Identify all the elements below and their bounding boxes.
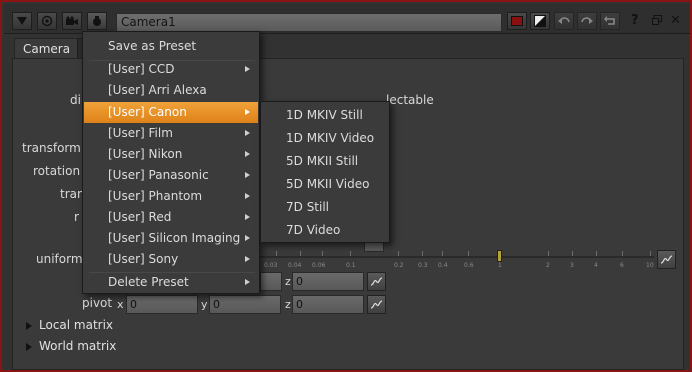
slider-tick-label: 0.03 bbox=[264, 262, 278, 269]
rotate-label: r bbox=[74, 210, 79, 224]
scale-animation-icon[interactable] bbox=[367, 272, 386, 291]
submenu-arrow-icon bbox=[245, 130, 250, 136]
preset-menu-icon[interactable] bbox=[87, 12, 107, 30]
uniform-scale-label: uniform bbox=[36, 252, 83, 266]
selectable-label: lectable bbox=[386, 93, 434, 107]
node-color-swatch[interactable] bbox=[507, 12, 527, 30]
submenu-item-1d-mkiv-video[interactable]: 1D MKIV Video bbox=[262, 127, 388, 150]
slider-tick-label: 0.1 bbox=[346, 262, 356, 269]
undo-icon[interactable] bbox=[554, 12, 574, 30]
submenu-arrow-icon bbox=[245, 172, 250, 178]
submenu-arrow-icon bbox=[245, 256, 250, 262]
menu-item-label: [User] Arri Alexa bbox=[108, 83, 207, 97]
redo-icon[interactable] bbox=[577, 12, 597, 30]
local-matrix-section[interactable]: Local matrix bbox=[26, 318, 113, 332]
menu-item-sony[interactable]: [User] Sony bbox=[84, 249, 258, 270]
slider-tick-label: 4 bbox=[594, 262, 598, 269]
slider-tick-label: 3 bbox=[570, 262, 574, 269]
pivot-y-axis-label: y bbox=[201, 298, 208, 311]
menu-item-canon[interactable]: [User] Canon bbox=[84, 102, 258, 123]
pivot-x-field[interactable]: 0 bbox=[126, 295, 198, 314]
submenu-arrow-icon bbox=[245, 193, 250, 199]
node-name-field[interactable]: Camera1 bbox=[116, 13, 502, 32]
menu-item-panasonic[interactable]: [User] Panasonic bbox=[84, 165, 258, 186]
submenu-item-5d-mkii-video[interactable]: 5D MKII Video bbox=[262, 173, 388, 196]
gl-color-swatch[interactable] bbox=[530, 12, 550, 30]
camera-icon[interactable] bbox=[62, 12, 82, 30]
display-label: di bbox=[70, 93, 81, 107]
rotation-order-label: rotation bbox=[33, 164, 81, 178]
menu-item-label: [User] Canon bbox=[108, 105, 187, 119]
transform-label: transform bbox=[22, 141, 81, 155]
menu-item-film[interactable]: [User] Film bbox=[84, 123, 258, 144]
submenu-arrow-icon bbox=[245, 279, 250, 285]
pivot-y-field[interactable]: 0 bbox=[209, 295, 281, 314]
save-as-preset-item[interactable]: Save as Preset bbox=[84, 36, 258, 57]
slider-tick-label: 1 bbox=[498, 262, 502, 269]
slider-tick-label: 0.4 bbox=[438, 262, 448, 269]
close-icon[interactable]: ✕ bbox=[670, 13, 681, 28]
uniform-scale-slider[interactable]: 0.03 0.04 0.06 0.1 0.2 0.3 0.4 0.6 1 2 3… bbox=[260, 246, 656, 272]
slider-tick-label: 0.06 bbox=[312, 262, 326, 269]
submenu-arrow-icon bbox=[245, 66, 250, 72]
expand-triangle-icon bbox=[26, 321, 32, 330]
canon-submenu: 1D MKIV Still 1D MKIV Video 5D MKII Stil… bbox=[260, 101, 390, 243]
pivot-z-field[interactable]: 0 bbox=[292, 295, 364, 314]
menu-item-label: [User] CCD bbox=[108, 62, 175, 76]
submenu-item-7d-still[interactable]: 7D Still bbox=[262, 196, 388, 219]
preset-menu: Save as Preset [User] CCD [User] Arri Al… bbox=[82, 31, 260, 294]
submenu-arrow-icon bbox=[245, 235, 250, 241]
slider-tick-label: 0.04 bbox=[288, 262, 302, 269]
delete-preset-item[interactable]: Delete Preset bbox=[84, 272, 258, 293]
properties-panel: Camera1 ? ✕ Camera di lectable transform… bbox=[0, 0, 692, 372]
menu-item-label: [User] Silicon Imaging bbox=[108, 231, 241, 245]
world-matrix-label: World matrix bbox=[39, 339, 117, 353]
help-icon[interactable]: ? bbox=[631, 13, 639, 28]
submenu-arrow-icon bbox=[245, 151, 250, 157]
scale-z-axis-label: z bbox=[285, 275, 291, 288]
scale-z-field[interactable]: 0 bbox=[292, 272, 364, 291]
tab-camera[interactable]: Camera bbox=[14, 38, 78, 59]
slider-tick-label: 2 bbox=[546, 262, 550, 269]
menu-item-label: [User] Panasonic bbox=[108, 168, 209, 182]
slider-handle[interactable] bbox=[497, 250, 502, 262]
view-node-icon[interactable] bbox=[37, 12, 57, 30]
menu-item-phantom[interactable]: [User] Phantom bbox=[84, 186, 258, 207]
submenu-item-7d-video[interactable]: 7D Video bbox=[262, 219, 388, 242]
revert-icon[interactable] bbox=[600, 12, 620, 30]
menu-item-label: [User] Sony bbox=[108, 252, 179, 266]
menu-item-label: Delete Preset bbox=[108, 275, 189, 289]
menu-item-arri-alexa[interactable]: [User] Arri Alexa bbox=[84, 80, 258, 101]
translate-label: tran bbox=[60, 187, 85, 201]
slider-tick-label: 0.6 bbox=[464, 262, 474, 269]
float-panel-icon[interactable] bbox=[652, 15, 662, 28]
pivot-z-axis-label: z bbox=[285, 298, 291, 311]
menu-item-label: [User] Film bbox=[108, 126, 173, 140]
pivot-animation-icon[interactable] bbox=[367, 295, 386, 314]
submenu-item-1d-mkiv-still[interactable]: 1D MKIV Still bbox=[262, 104, 388, 127]
uniform-scale-animation-icon[interactable] bbox=[657, 250, 676, 269]
submenu-arrow-icon bbox=[245, 214, 250, 220]
slider-tick-label: 6 bbox=[620, 262, 624, 269]
menu-item-silicon-imaging[interactable]: [User] Silicon Imaging bbox=[84, 228, 258, 249]
menu-item-label: [User] Phantom bbox=[108, 189, 203, 203]
local-matrix-label: Local matrix bbox=[39, 318, 114, 332]
menu-item-label: [User] Nikon bbox=[108, 147, 183, 161]
menu-item-red[interactable]: [User] Red bbox=[84, 207, 258, 228]
world-matrix-section[interactable]: World matrix bbox=[26, 339, 116, 353]
menu-item-ccd[interactable]: [User] CCD bbox=[84, 59, 258, 80]
pivot-label: pivot bbox=[82, 296, 113, 310]
pivot-x-axis-label: x bbox=[117, 298, 124, 311]
expand-triangle-icon bbox=[26, 342, 32, 351]
submenu-arrow-icon bbox=[245, 109, 250, 115]
menu-item-nikon[interactable]: [User] Nikon bbox=[84, 144, 258, 165]
slider-tick-label: 0.2 bbox=[394, 262, 404, 269]
title-bar: Camera1 ? ✕ bbox=[4, 4, 690, 34]
collapse-icon[interactable] bbox=[12, 12, 32, 30]
scale-y-field-edge[interactable] bbox=[260, 272, 282, 291]
menu-item-label: [User] Red bbox=[108, 210, 172, 224]
submenu-item-5d-mkii-still[interactable]: 5D MKII Still bbox=[262, 150, 388, 173]
slider-tick-label: 10 bbox=[646, 262, 654, 269]
slider-tick-label: 0.3 bbox=[418, 262, 428, 269]
